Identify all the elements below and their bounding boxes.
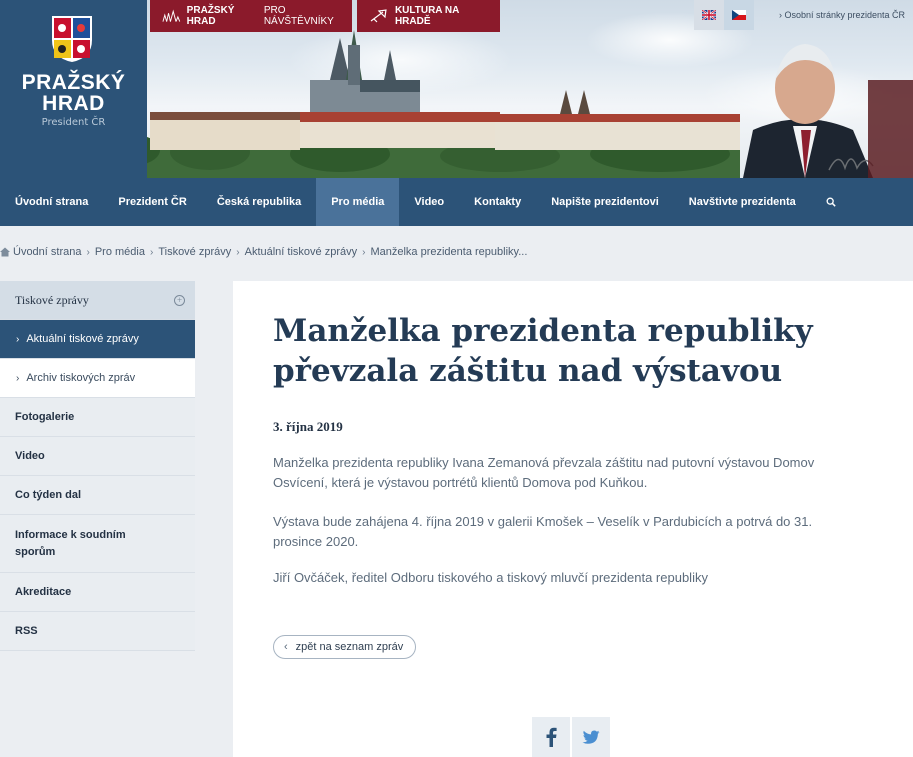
nav-video[interactable]: Video [399,178,459,226]
nav-media[interactable]: Pro média [316,178,400,226]
breadcrumb: Úvodní strana › Pro média › Tiskové zprá… [0,244,527,260]
article-date: 3. října 2019 [273,419,343,434]
chevron-right-icon: › [16,372,20,384]
coat-of-arms-icon [52,16,92,62]
language-en-button[interactable] [694,0,724,30]
breadcrumb-current: Manželka prezidenta republiky... [370,246,528,258]
main-navigation: Úvodní strana Prezident ČR Česká republi… [0,178,913,226]
home-icon [0,247,10,257]
page-title: Manželka prezidenta republiky převzala z… [273,313,813,389]
castle-panorama [100,30,740,178]
search-icon [826,197,836,207]
header: PRAŽSKÝ HRAD President ČR PRAŽSKÝ HRAD P… [0,0,913,178]
back-to-list-button[interactable]: ‹ zpět na seznam zpráv [273,635,417,659]
sidebar-item-photogallery[interactable]: Fotogalerie [0,398,195,437]
sidebar-item-lawsuits[interactable]: Informace k soudním sporům [0,515,195,573]
share-twitter-button[interactable] [572,717,610,757]
sidebar-item-video[interactable]: Video [0,437,195,476]
breadcrumb-item[interactable]: Aktuální tiskové zprávy [245,246,358,258]
breadcrumb-item[interactable]: Pro média [95,246,145,258]
sidebar-item-press-releases[interactable]: Tiskové zprávy + [0,281,195,320]
nav-home[interactable]: Úvodní strana [0,178,103,226]
chevron-right-icon: › [16,333,20,345]
article-paragraph: Jiří Ovčáček, ředitel Odboru tiskového a… [273,570,708,585]
sidebar-item-accreditation[interactable]: Akreditace [0,573,195,612]
sidebar: Tiskové zprávy + › Aktuální tiskové zprá… [0,281,195,651]
personal-pages-link[interactable]: › Osobní stránky prezidenta ČR [779,10,905,20]
sidebar-item-week-review[interactable]: Co týden dal [0,476,195,515]
share-facebook-button[interactable] [532,717,570,757]
nav-visit-president[interactable]: Navštivte prezidenta [674,178,811,226]
culture-button[interactable]: KULTURA NA HRADĚ [357,0,500,32]
expand-icon[interactable]: + [174,295,185,306]
visitors-button[interactable]: PRAŽSKÝ HRAD PRO NÁVŠTĚVNÍKY [150,0,352,32]
sidebar-item-rss[interactable]: RSS [0,612,195,651]
breadcrumb-separator: › [362,246,366,258]
nav-write-president[interactable]: Napište prezidentovi [536,178,674,226]
nav-czech-republic[interactable]: Česká republika [202,178,316,226]
breadcrumb-separator: › [236,246,240,258]
flag-cz-icon [732,10,746,20]
president-portrait [743,44,913,178]
language-cz-button[interactable] [724,0,754,30]
breadcrumb-item[interactable]: Tiskové zprávy [158,246,231,258]
facebook-icon [546,727,557,747]
nav-search-button[interactable] [811,178,851,226]
nav-president[interactable]: Prezident ČR [103,178,201,226]
nav-contacts[interactable]: Kontakty [459,178,536,226]
logo[interactable]: PRAŽSKÝ HRAD President ČR [0,0,147,178]
twitter-icon [582,730,600,744]
logo-name: PRAŽSKÝ HRAD [21,71,126,115]
sidebar-item-current-releases[interactable]: › Aktuální tiskové zprávy [0,320,195,359]
chevron-left-icon: ‹ [284,641,288,653]
breadcrumb-item[interactable]: Úvodní strana [13,246,81,258]
logo-subtitle: President ČR [41,117,106,128]
trumpet-icon [370,9,387,23]
breadcrumb-separator: › [149,246,154,258]
article-paragraph: Výstava bude zahájena 4. října 2019 v ga… [273,514,813,549]
article-paragraph: Manželka prezidenta republiky Ivana Zema… [273,455,815,490]
castle-outline-icon [162,9,181,22]
article: Manželka prezidenta republiky převzala z… [233,281,913,757]
flag-uk-icon [702,10,716,20]
sidebar-item-archive[interactable]: › Archiv tiskových zpráv [0,359,195,398]
breadcrumb-separator: › [86,246,90,258]
